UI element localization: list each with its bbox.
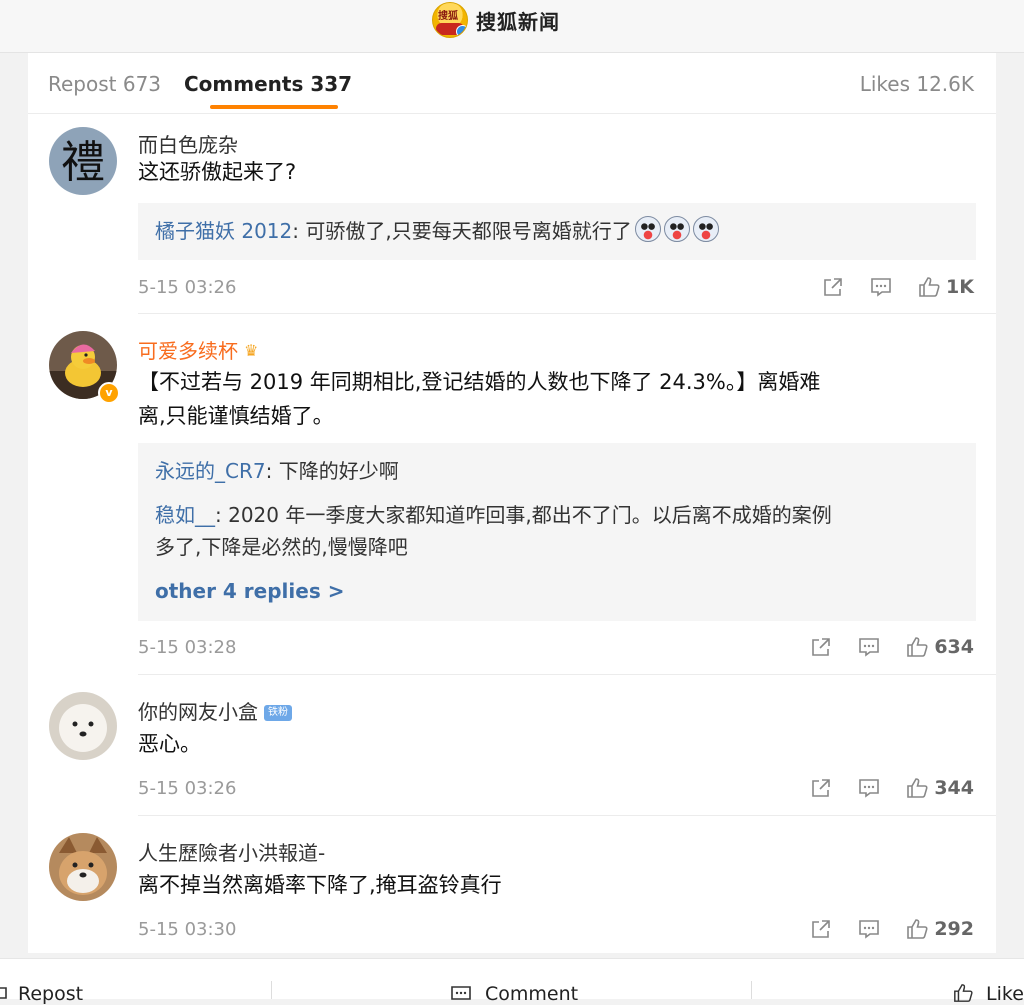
verified-badge: v [98,382,120,404]
avatar[interactable] [49,833,117,901]
brand[interactable]: 搜狐 搜狐新闻 [432,0,560,40]
reply-box[interactable]: 橘子猫妖 2012: 可骄傲了,只要每天都限号离婚就行了 [138,203,976,260]
avatar-character: 禮 [61,137,105,188]
avatar[interactable] [49,692,117,760]
share-icon[interactable] [810,636,832,658]
username[interactable]: 可爱多续杯 ♛ [138,335,258,364]
comment-item: 你的网友小盒 铁粉 恶心。 5-15 03:26 344 [28,675,996,816]
crown-icon: ♛ [244,341,259,360]
like-icon[interactable] [906,777,928,799]
sohu-logo: 搜狐 [432,2,468,38]
reply-username[interactable]: 稳如__ [155,503,215,527]
like-count: 344 [934,777,974,799]
active-tab-indicator [210,105,338,109]
reply-username[interactable]: 永远的_CR7 [155,459,266,483]
emoji-icon [692,216,719,242]
comment-actions: 634 [810,633,974,661]
brand-name: 搜狐新闻 [476,9,560,34]
tab-likes[interactable]: Likes 12.6K [860,72,974,96]
timestamp: 5-15 03:30 [138,919,237,940]
comments-card: Repost 673 Comments 337 Likes 12.6K 禮 而白… [28,53,996,953]
comment-icon[interactable] [858,777,880,799]
comment-text-line: 离,只能谨慎结婚了。 [138,404,334,428]
like-icon[interactable] [906,918,928,940]
username-text: 你的网友小盒 [138,700,258,724]
tab-bar: Repost 673 Comments 337 Likes 12.6K [28,53,996,114]
comment-actions: 1K [822,273,974,301]
comment-item: v 可爱多续杯 ♛ 【不过若与 2019 年同期相比,登记结婚的人数也下降了 24… [28,314,996,675]
comment-icon[interactable] [858,636,880,658]
comment-text: 这还骄傲起来了? [138,160,297,184]
reply-text: : 2020 年一季度大家都知道咋回事,都出不了门。以后离不成婚的案例 [215,503,832,527]
share-icon[interactable] [810,918,832,940]
comment-icon[interactable] [870,276,892,298]
like-icon[interactable] [918,276,940,298]
comment-text: 恶心。 [138,732,201,756]
divider [271,981,272,999]
comment-actions: 292 [810,915,974,943]
username[interactable]: 而白色庞杂 [138,129,238,158]
tab-comments[interactable]: Comments 337 [184,72,352,96]
repost-icon[interactable] [0,985,8,1001]
comment-item: 人生歷險者小洪報道- 离不掉当然离婚率下降了,掩耳盗铃真行 5-15 03:30… [28,816,996,953]
reply-text: : 可骄傲了,只要每天都限号离婚就行了 [292,219,632,243]
username-text: 可爱多续杯 [138,339,238,363]
like-button[interactable]: Like [986,983,1024,1005]
comment-item: 禮 而白色庞杂 这还骄傲起来了? 橘子猫妖 2012: 可骄傲了,只要每天都限号… [28,115,996,314]
tab-repost[interactable]: Repost 673 [48,72,161,96]
reply-text: : 下降的好少啊 [265,459,399,483]
like-count: 292 [934,918,974,940]
timestamp: 5-15 03:28 [138,637,237,658]
like-icon[interactable] [906,636,928,658]
reply-box[interactable]: 永远的_CR7: 下降的好少啊 稳如__: 2020 年一季度大家都知道咋回事,… [138,443,976,621]
more-replies-link[interactable]: other 4 replies > [155,575,344,607]
timestamp: 5-15 03:26 [138,277,237,298]
comment-button[interactable]: Comment [485,983,578,1005]
username[interactable]: 你的网友小盒 铁粉 [138,696,292,725]
comment-text: 【不过若与 2019 年同期相比,登记结婚的人数也下降了 24.3%。】离婚难 … [138,365,820,433]
comment-text-line: 【不过若与 2019 年同期相比,登记结婚的人数也下降了 24.3%。】离婚难 [138,370,821,394]
avatar[interactable]: 禮 [49,127,117,195]
fan-badge: 铁粉 [264,705,292,721]
comment-icon[interactable] [858,918,880,940]
reply: 橘子猫妖 2012: 可骄傲了,只要每天都限号离婚就行了 [155,215,950,247]
comment-icon[interactable] [450,985,472,1003]
like-count: 634 [934,636,974,658]
comment-actions: 344 [810,774,974,802]
like-icon[interactable] [952,983,974,1003]
reply: 稳如__: 2020 年一季度大家都知道咋回事,都出不了门。以后离不成婚的案例 … [155,499,950,563]
reply-text-line: 多了,下降是必然的,慢慢降吧 [155,535,408,559]
emoji-icon [663,216,690,242]
emoji-icon [634,216,661,242]
top-bar: 搜狐 搜狐新闻 [0,0,1024,53]
like-count: 1K [946,276,974,298]
comment-text: 离不掉当然离婚率下降了,掩耳盗铃真行 [138,873,502,897]
timestamp: 5-15 03:26 [138,778,237,799]
reply: 永远的_CR7: 下降的好少啊 [155,455,950,487]
repost-button[interactable]: Repost [18,983,83,1005]
share-icon[interactable] [822,276,844,298]
share-icon[interactable] [810,777,832,799]
bottom-action-bar: Repost Comment Like [0,958,1024,1005]
username[interactable]: 人生歷險者小洪報道- [138,837,325,866]
verified-icon [456,25,467,37]
reply-username[interactable]: 橘子猫妖 2012 [155,219,292,243]
sohu-logo-text: 搜狐 [438,11,458,22]
divider [751,981,752,999]
